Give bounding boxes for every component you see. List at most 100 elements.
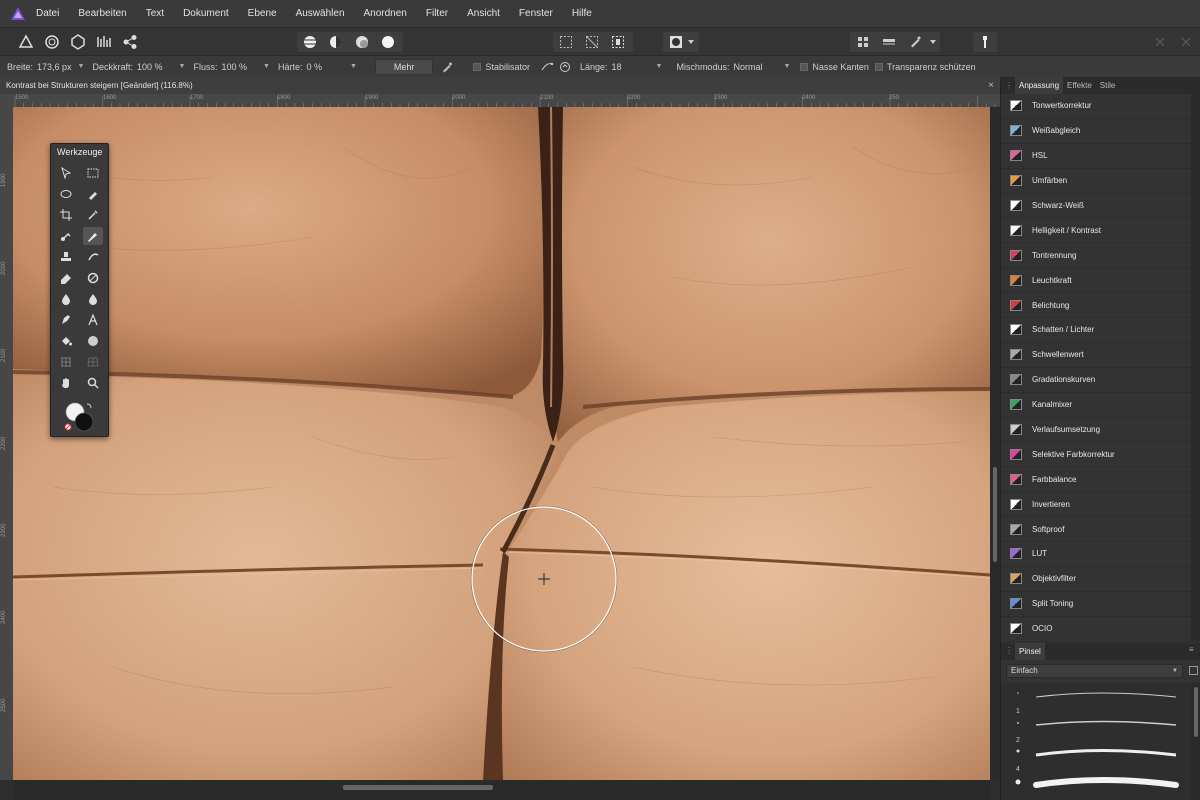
rope-mode-icon[interactable] — [540, 61, 554, 73]
haerte-field[interactable]: 0 % — [306, 62, 322, 72]
ruler-horizontal[interactable]: 1500 1600 1700 1800 1900 2000 2100 2200 … — [0, 94, 1000, 107]
mehr-button[interactable]: Mehr — [374, 58, 434, 75]
crop-tool-icon[interactable] — [56, 206, 76, 224]
stabilisator-checkbox[interactable] — [473, 62, 482, 71]
fluss-dropdown-icon[interactable]: ▼ — [263, 63, 270, 70]
document-tab[interactable]: Kontrast bei Strukturen steigern [Geände… — [0, 77, 1000, 94]
nasse-kanten-checkbox[interactable] — [800, 62, 809, 71]
color-swatches-icon[interactable] — [61, 400, 101, 436]
adjustment-item[interactable]: Schwarz-Weiß — [1001, 194, 1191, 219]
eraser-tool-icon[interactable] — [56, 269, 76, 287]
adjustments-scrollbar[interactable] — [1191, 94, 1200, 642]
color-picker-tool-icon[interactable] — [83, 206, 103, 224]
brush-list-scrollbar[interactable] — [1191, 683, 1200, 800]
dodge-tool-icon[interactable] — [83, 269, 103, 287]
hand-tool-icon[interactable] — [56, 374, 76, 392]
deckkraft-field[interactable]: 100 % — [137, 62, 163, 72]
mischmodus-select[interactable]: Normal — [733, 62, 777, 72]
auto-contrast-icon[interactable] — [326, 32, 346, 52]
adjustment-item[interactable]: Invertieren — [1001, 492, 1191, 518]
adjustment-item[interactable]: Farbbalance — [1001, 467, 1191, 493]
breite-dropdown-icon[interactable]: ▼ — [78, 63, 85, 70]
move-tool-icon[interactable] — [56, 164, 76, 182]
canvas-vertical-scrollbar[interactable] — [990, 107, 1000, 780]
adjustment-item[interactable]: Objektivfilter — [1001, 567, 1191, 592]
quick-mask-icon[interactable] — [666, 32, 686, 52]
menu-hilfe[interactable]: Hilfe — [572, 8, 592, 19]
canvas-horizontal-scrollbar[interactable] — [13, 780, 990, 800]
adjustment-item[interactable]: Tontrennung — [1001, 243, 1191, 269]
select-all-icon[interactable] — [556, 32, 576, 52]
rectangle-marquee-tool-icon[interactable] — [83, 164, 103, 182]
menu-auswaehlen[interactable]: Auswählen — [296, 8, 345, 19]
tab-effekte[interactable]: Effekte — [1063, 77, 1096, 94]
tab-stile[interactable]: Stile — [1096, 77, 1120, 94]
window-restore-icon[interactable] — [1176, 32, 1196, 52]
adjustment-item[interactable]: Gradationskurven — [1001, 368, 1191, 393]
canvas-vertical-scroll-thumb[interactable] — [993, 467, 997, 562]
undo-brush-tool-icon[interactable] — [83, 248, 103, 266]
export-persona-icon[interactable] — [120, 32, 140, 52]
text-tool-icon[interactable] — [83, 311, 103, 329]
assistant-icon[interactable] — [905, 32, 925, 52]
adjustment-item[interactable]: Weißabgleich — [1001, 119, 1191, 144]
invert-selection-icon[interactable] — [608, 32, 628, 52]
snapping-icon[interactable] — [853, 32, 873, 52]
develop-persona-icon[interactable] — [68, 32, 88, 52]
adjustment-item[interactable]: Verlaufsumsetzung — [1001, 418, 1191, 443]
adjustment-item[interactable]: Schwellenwert — [1001, 343, 1191, 368]
clone-stamp-tool-icon[interactable] — [56, 248, 76, 266]
tab-anpassung[interactable]: Anpassung — [1015, 77, 1064, 94]
view-mode-icon[interactable] — [879, 32, 899, 52]
laenge-field[interactable]: 18 — [612, 62, 652, 72]
menu-anordnen[interactable]: Anordnen — [364, 8, 407, 19]
liquify-persona-icon[interactable] — [42, 32, 62, 52]
photo-persona-icon[interactable] — [16, 32, 36, 52]
adjustment-item[interactable]: Split Toning — [1001, 592, 1191, 617]
menu-datei[interactable]: Datei — [36, 8, 59, 19]
menu-fenster[interactable]: Fenster — [519, 8, 553, 19]
adjustment-item[interactable]: Leuchtkraft — [1001, 268, 1191, 294]
haerte-dropdown-icon[interactable]: ▼ — [350, 63, 357, 70]
adjustment-item[interactable]: Tonwertkorrektur — [1001, 94, 1191, 119]
auto-levels-icon[interactable] — [300, 32, 320, 52]
panel-grip-icon[interactable]: ⋮ — [1001, 81, 1015, 90]
menu-bearbeiten[interactable]: Bearbeiten — [78, 8, 126, 19]
transparenz-checkbox[interactable] — [874, 62, 883, 71]
adjustment-item[interactable]: Softproof — [1001, 517, 1191, 543]
mesh-warp-tool-icon[interactable] — [56, 353, 76, 371]
shape-tool-icon[interactable] — [83, 332, 103, 350]
brush-options-icon[interactable] — [441, 61, 453, 73]
brush-category-dropdown-icon[interactable]: ▼ — [1172, 665, 1178, 677]
zoom-tool-icon[interactable] — [83, 374, 103, 392]
brush-list-scroll-thumb[interactable] — [1194, 687, 1198, 737]
adjustment-item[interactable]: Selektive Farbkorrektur — [1001, 442, 1191, 468]
adjustment-item[interactable]: OCIO — [1001, 617, 1191, 642]
adjustment-item[interactable]: HSL — [1001, 144, 1191, 169]
adjustment-item[interactable]: Kanalmixer — [1001, 393, 1191, 418]
breite-field[interactable]: 173,6 px — [37, 62, 72, 72]
document-close-button[interactable]: × — [988, 77, 994, 94]
selection-brush-tool-icon[interactable] — [83, 185, 103, 203]
panel-grip-icon[interactable]: ⋮ — [1005, 646, 1013, 655]
fill-tool-icon[interactable] — [56, 332, 76, 350]
assistant-dropdown-icon[interactable] — [927, 32, 939, 52]
auto-colors-icon[interactable] — [352, 32, 372, 52]
menu-dokument[interactable]: Dokument — [183, 8, 229, 19]
flood-select-tool-icon[interactable] — [56, 227, 76, 245]
quick-mask-dropdown-icon[interactable] — [684, 32, 698, 52]
adjustment-item[interactable]: Belichtung — [1001, 293, 1191, 319]
menu-text[interactable]: Text — [146, 8, 164, 19]
canvas-horizontal-scroll-thumb[interactable] — [343, 785, 493, 790]
affinity-logo-icon[interactable] — [10, 6, 26, 22]
menu-ansicht[interactable]: Ansicht — [467, 8, 500, 19]
auto-white-balance-icon[interactable] — [378, 32, 398, 52]
tone-mapping-persona-icon[interactable] — [94, 32, 114, 52]
adjustment-item[interactable]: Helligkeit / Kontrast — [1001, 218, 1191, 244]
ruler-vertical[interactable]: 1900 2000 2100 2200 2300 2400 2500 — [0, 107, 13, 780]
document-canvas[interactable] — [13, 107, 990, 780]
menu-ebene[interactable]: Ebene — [248, 8, 277, 19]
paint-brush-tool-icon[interactable] — [83, 227, 103, 245]
adjustment-item[interactable]: Schatten / Lichter — [1001, 318, 1191, 343]
window-mode-icon[interactable] — [558, 61, 572, 73]
